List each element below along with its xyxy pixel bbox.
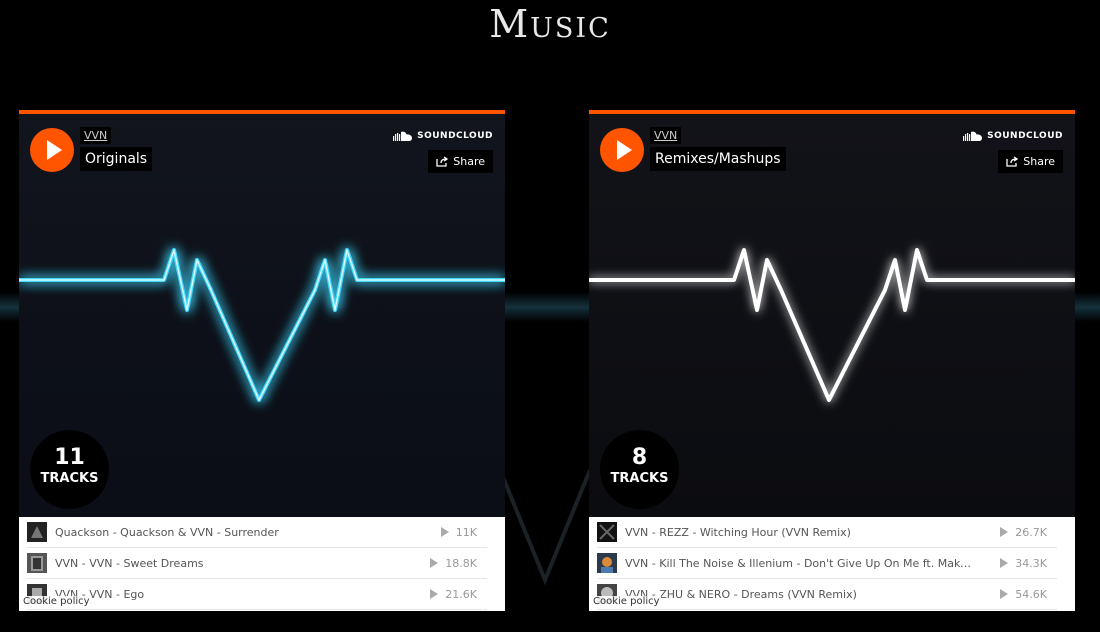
soundcloud-logo[interactable]: SOUNDCLOUD [963, 131, 1063, 141]
play-icon [47, 140, 62, 160]
track-count-label: TRACKS [40, 471, 99, 486]
soundcloud-player-remixes: VVN Remixes/Mashups SOUNDCLOUD Share 8 T… [589, 110, 1075, 611]
play-button[interactable] [600, 128, 644, 172]
soundcloud-cloud-icon [393, 131, 413, 141]
share-label: Share [1023, 155, 1055, 168]
share-icon [1006, 156, 1019, 167]
play-count-value: 21.6K [445, 587, 477, 601]
cookie-policy-link[interactable]: Cookie policy [592, 596, 661, 607]
track-thumbnail [27, 553, 47, 573]
playlist-artwork: VVN Originals SOUNDCLOUD Share 11 TRACKS [19, 114, 505, 517]
track-count-label: TRACKS [610, 471, 669, 486]
track-count-badge: 8 TRACKS [600, 430, 679, 509]
playlist-title: Originals [80, 147, 153, 171]
play-count-icon [1000, 527, 1009, 537]
track-thumbnail [597, 522, 617, 542]
track-count: 11 [54, 445, 85, 470]
play-count: 26.7K [1000, 517, 1047, 547]
share-button[interactable]: Share [428, 150, 493, 173]
track-row[interactable]: VVN - Kill The Noise & Illenium - Don't … [597, 548, 1057, 579]
play-count-value: 54.6K [1015, 587, 1047, 601]
playlist-title: Remixes/Mashups [650, 147, 786, 171]
play-count-icon [430, 589, 439, 599]
track-title: VVN - VVN - Sweet Dreams [55, 556, 204, 570]
artist-link[interactable]: VVN [80, 127, 112, 144]
track-title: Quackson - Quackson & VVN - Surrender [55, 525, 279, 539]
play-count: 18.8K [430, 548, 477, 578]
play-count: 21.6K [430, 579, 477, 609]
soundcloud-cloud-icon [963, 131, 983, 141]
share-icon [436, 156, 449, 167]
play-count-icon [1000, 558, 1009, 568]
track-thumbnail [27, 522, 47, 542]
share-label: Share [453, 155, 485, 168]
track-list: VVN - REZZ - Witching Hour (VVN Remix) 2… [589, 517, 1075, 610]
track-row[interactable]: VVN - REZZ - Witching Hour (VVN Remix) 2… [597, 517, 1057, 548]
play-count: 11K [440, 517, 477, 547]
soundcloud-label: SOUNDCLOUD [987, 131, 1063, 141]
track-title: VVN - Kill The Noise & Illenium - Don't … [625, 556, 975, 570]
play-icon [617, 140, 632, 160]
soundcloud-player-originals: VVN Originals SOUNDCLOUD Share 11 TRACKS [19, 110, 505, 611]
playlist-artwork: VVN Remixes/Mashups SOUNDCLOUD Share 8 T… [589, 114, 1075, 517]
track-row[interactable]: VVN - VVN - Ego 21.6K [27, 579, 487, 610]
play-count-icon [1000, 589, 1009, 599]
share-button[interactable]: Share [998, 150, 1063, 173]
play-count-value: 26.7K [1015, 525, 1047, 539]
artist-link[interactable]: VVN [650, 127, 682, 144]
track-count-badge: 11 TRACKS [30, 430, 109, 509]
track-row[interactable]: VVN - ZHU & NERO - Dreams (VVN Remix) 54… [597, 579, 1057, 610]
play-count-value: 11K [455, 525, 477, 539]
track-row[interactable]: Quackson - Quackson & VVN - Surrender 11… [27, 517, 487, 548]
track-thumbnail [597, 553, 617, 573]
play-count-icon [440, 527, 449, 537]
soundcloud-logo[interactable]: SOUNDCLOUD [393, 131, 493, 141]
play-count-value: 18.8K [445, 556, 477, 570]
soundcloud-label: SOUNDCLOUD [417, 131, 493, 141]
play-count: 54.6K [1000, 579, 1047, 609]
play-count-icon [430, 558, 439, 568]
track-list: Quackson - Quackson & VVN - Surrender 11… [19, 517, 505, 610]
track-count: 8 [631, 445, 648, 470]
track-row[interactable]: VVN - VVN - Sweet Dreams 18.8K [27, 548, 487, 579]
track-title: VVN - REZZ - Witching Hour (VVN Remix) [625, 525, 851, 539]
play-count: 34.3K [1000, 548, 1047, 578]
play-count-value: 34.3K [1015, 556, 1047, 570]
play-button[interactable] [30, 128, 74, 172]
page-title: Music [489, 2, 611, 46]
cookie-policy-link[interactable]: Cookie policy [22, 596, 91, 607]
